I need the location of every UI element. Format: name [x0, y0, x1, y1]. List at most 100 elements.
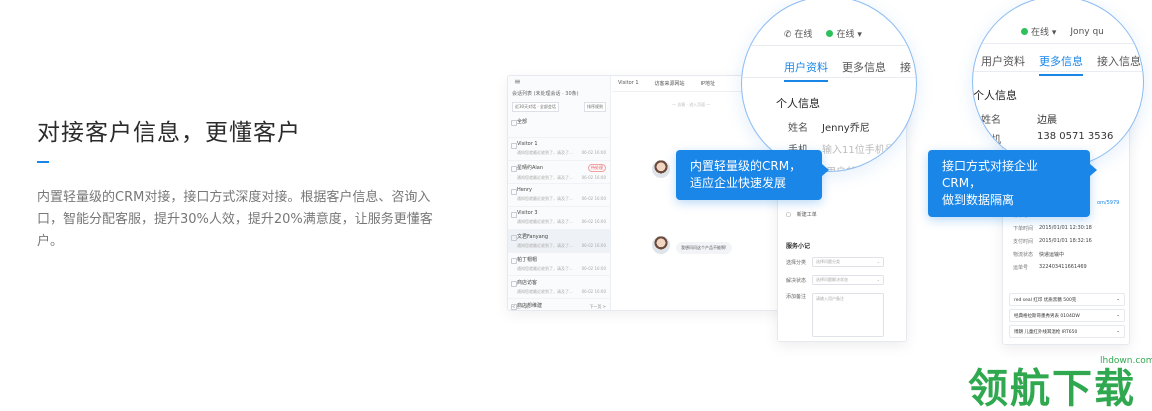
- session-item[interactable]: Visitor 1 通知您就最近收到了，请及了... 06-02 16:00: [508, 138, 610, 161]
- order-field: 支付时间 2015/01/01 18:32:16: [1013, 238, 1092, 245]
- sort-select[interactable]: 排序规则: [584, 102, 606, 112]
- product-name: 博朗 儿童红外线耳温枪 IRT650: [1014, 330, 1078, 335]
- session-name: 帕丁帽帽: [517, 257, 538, 263]
- visitor-avatar: [652, 160, 670, 178]
- callout-line: 做到数据隔离: [942, 193, 1015, 207]
- email-input[interactable]: 用户邮箱: [826, 163, 866, 171]
- session-name-row: 全部: [517, 118, 606, 125]
- name-value[interactable]: Jenny乔尼: [822, 119, 870, 134]
- session-preview: 通知您就最近收到了，请及了...: [517, 196, 573, 201]
- phone-icon: ✆: [784, 30, 792, 40]
- tab-user-profile[interactable]: 用户资料: [981, 53, 1025, 69]
- chat-status[interactable]: 在线 ▾: [1021, 25, 1056, 38]
- menu-icon[interactable]: ≡: [514, 77, 521, 86]
- session-preview: 通知您就最近收到了，请及了...: [517, 266, 573, 271]
- product-item[interactable]: 博朗 儿童红外线耳温枪 IRT650 ⌄: [1009, 325, 1125, 338]
- session-preview-row: 通知您就最近收到了，请及了... 06-02 16:00: [517, 243, 606, 249]
- ticket-icon: ▢: [786, 211, 791, 218]
- session-item[interactable]: Henry 通知您就最近收到了，请及了... 06-02 16:00: [508, 184, 610, 207]
- session-name-row: Henry: [517, 187, 606, 193]
- tab-user-profile[interactable]: 用户资料: [784, 59, 828, 82]
- session-filters: 近30天对话 · 全部会话 排序规则: [508, 99, 610, 115]
- session-item[interactable]: 帕丁帽帽 通知您就最近收到了，请及了... 06-02 16:00: [508, 253, 610, 276]
- name-value[interactable]: 边晨: [1037, 111, 1057, 126]
- prev-page-button[interactable]: < 上一页: [512, 304, 529, 310]
- name-label: 姓名: [788, 123, 808, 134]
- profile-tabs: 用户资料 更多信息 接入信息: [981, 53, 1141, 76]
- tab-more-info[interactable]: 更多信息: [1039, 53, 1083, 76]
- phone-input[interactable]: 输入11位手机号: [822, 141, 895, 156]
- session-item[interactable]: 全部: [508, 115, 610, 138]
- session-name: Visitor 1: [517, 141, 538, 147]
- chevron-down-icon: ⌄: [1116, 329, 1120, 334]
- session-item[interactable]: 文君Fanyang 通知您就最近收到了，请及了... 06-02 16:00: [508, 230, 610, 253]
- status-row: 解决状态 选择问题解决状态 ⌄: [786, 275, 885, 285]
- callout-line: 接口方式对接企业CRM，: [942, 159, 1039, 190]
- session-time: 06-02 16:00: [581, 150, 606, 155]
- category-label: 选择分类: [786, 259, 807, 266]
- order-field-label: 下单时间: [1013, 226, 1034, 232]
- product-item[interactable]: red seal 红印 优质黑糖 500克 ⌄: [1009, 293, 1125, 306]
- session-time: 06-02 16:00: [581, 289, 606, 294]
- session-list-header: 会话列表 (未处理会话 · 30条): [512, 91, 579, 97]
- order-field-value: 322403411661469: [1039, 264, 1087, 270]
- session-name: 星晴约Alan: [517, 165, 544, 171]
- agent-name[interactable]: Jony qu: [1070, 27, 1103, 37]
- order-field-label: 物流状态: [1013, 252, 1034, 258]
- remark-textarea[interactable]: 请输入用户备注: [812, 293, 885, 337]
- order-field-value: 2015/01/01 18:32:16: [1039, 238, 1092, 244]
- chevron-down-icon: ⌄: [876, 259, 881, 264]
- profile-tabs: 用户资料 更多信息 接: [784, 59, 911, 82]
- status-label: 解决状态: [786, 277, 807, 284]
- session-name-row: Visitor 1: [517, 141, 606, 147]
- session-name: Visitor 3: [517, 210, 538, 216]
- status-select[interactable]: 选择问题解决状态 ⌄: [812, 275, 885, 285]
- category-row: 选择分类 选择问题分类 ⌄: [786, 257, 885, 267]
- tab-access-info[interactable]: 接: [900, 59, 911, 75]
- section-description: 内置轻量级的CRM对接，接口方式深度对接。根据客户信息、咨询入口，智能分配客服，…: [37, 190, 433, 249]
- product-name: red seal 红印 优质黑糖 500克: [1014, 298, 1077, 303]
- order-field: 运单号 322403411661469: [1013, 264, 1087, 271]
- online-dot-icon: [1021, 28, 1028, 35]
- category-select[interactable]: 选择问题分类 ⌄: [812, 257, 885, 267]
- name-row: 姓名 边晨: [981, 111, 1057, 126]
- chevron-down-icon: ⌄: [1116, 313, 1120, 318]
- tab-more-info[interactable]: 更多信息: [842, 59, 886, 75]
- product-name: 经典格拉斯哥墨秀男表 0104DW: [1014, 314, 1080, 319]
- session-item[interactable]: Visitor 3 通知您就最近收到了，请及了... 06-02 16:00: [508, 207, 610, 230]
- time-filter-select[interactable]: 近30天对话 · 全部会话: [512, 102, 559, 112]
- chat-status-label: 在线: [836, 30, 855, 40]
- session-preview-row: 通知您就最近收到了，请及了... 06-02 16:00: [517, 289, 606, 295]
- session-item[interactable]: 商店访客通知您就最近收到了，请及了... 06-02 16:00: [508, 276, 610, 299]
- email-row: 用户邮箱: [826, 163, 866, 171]
- name-label: 姓名: [981, 115, 1001, 126]
- chevron-down-icon: ⌄: [1116, 297, 1120, 302]
- tab-access-info[interactable]: 接入信息: [1097, 53, 1141, 69]
- personal-info-heading: 个人信息: [776, 97, 820, 110]
- new-ticket-button[interactable]: ▢ 新建工单: [786, 211, 817, 219]
- session-time: 06-02 16:00: [581, 243, 606, 248]
- phone-value[interactable]: 138 0571 3536: [1037, 131, 1113, 146]
- section-title: 对接客户信息，更懂客户: [37, 120, 301, 146]
- session-item[interactable]: 星晴约Alan 待处理 通知您就最近收到了，请及了... 06-02 16:00: [508, 161, 610, 184]
- personal-info-heading: 个人信息: [973, 89, 1017, 102]
- order-field-label: 支付时间: [1013, 239, 1034, 245]
- phone-label: 手机: [981, 135, 1001, 146]
- remark-row: 添加备注 请输入用户备注: [786, 293, 885, 337]
- next-page-button[interactable]: 下一页 >: [589, 304, 606, 310]
- zoom-circle-api: 在线 ▾ Jony qu 用户资料 更多信息 接入信息 个人信息 姓名 边晨 手…: [972, 0, 1144, 168]
- divider: [742, 45, 916, 46]
- chat-status[interactable]: 在线 ▾: [826, 27, 862, 40]
- status-bar: ✆ 在线 在线 ▾: [784, 27, 862, 40]
- online-dot-icon: [826, 30, 834, 37]
- phone-status[interactable]: ✆ 在线: [784, 27, 812, 40]
- order-link[interactable]: om/5979: [1097, 200, 1119, 206]
- session-name-row: 星晴约Alan 待处理: [517, 164, 606, 172]
- pagination: < 上一页 下一页 >: [512, 304, 606, 310]
- chat-system-note: — 访客 · 进入页面 —: [672, 102, 711, 107]
- category-placeholder: 选择问题分类: [816, 259, 841, 264]
- product-item[interactable]: 经典格拉斯哥墨秀男表 0104DW ⌄: [1009, 309, 1125, 322]
- session-name-row: 商店访客: [517, 279, 606, 286]
- session-name-row: 帕丁帽帽: [517, 256, 606, 263]
- chat-bubble-visitor: 我想问问这个产品不能啊!: [676, 242, 732, 254]
